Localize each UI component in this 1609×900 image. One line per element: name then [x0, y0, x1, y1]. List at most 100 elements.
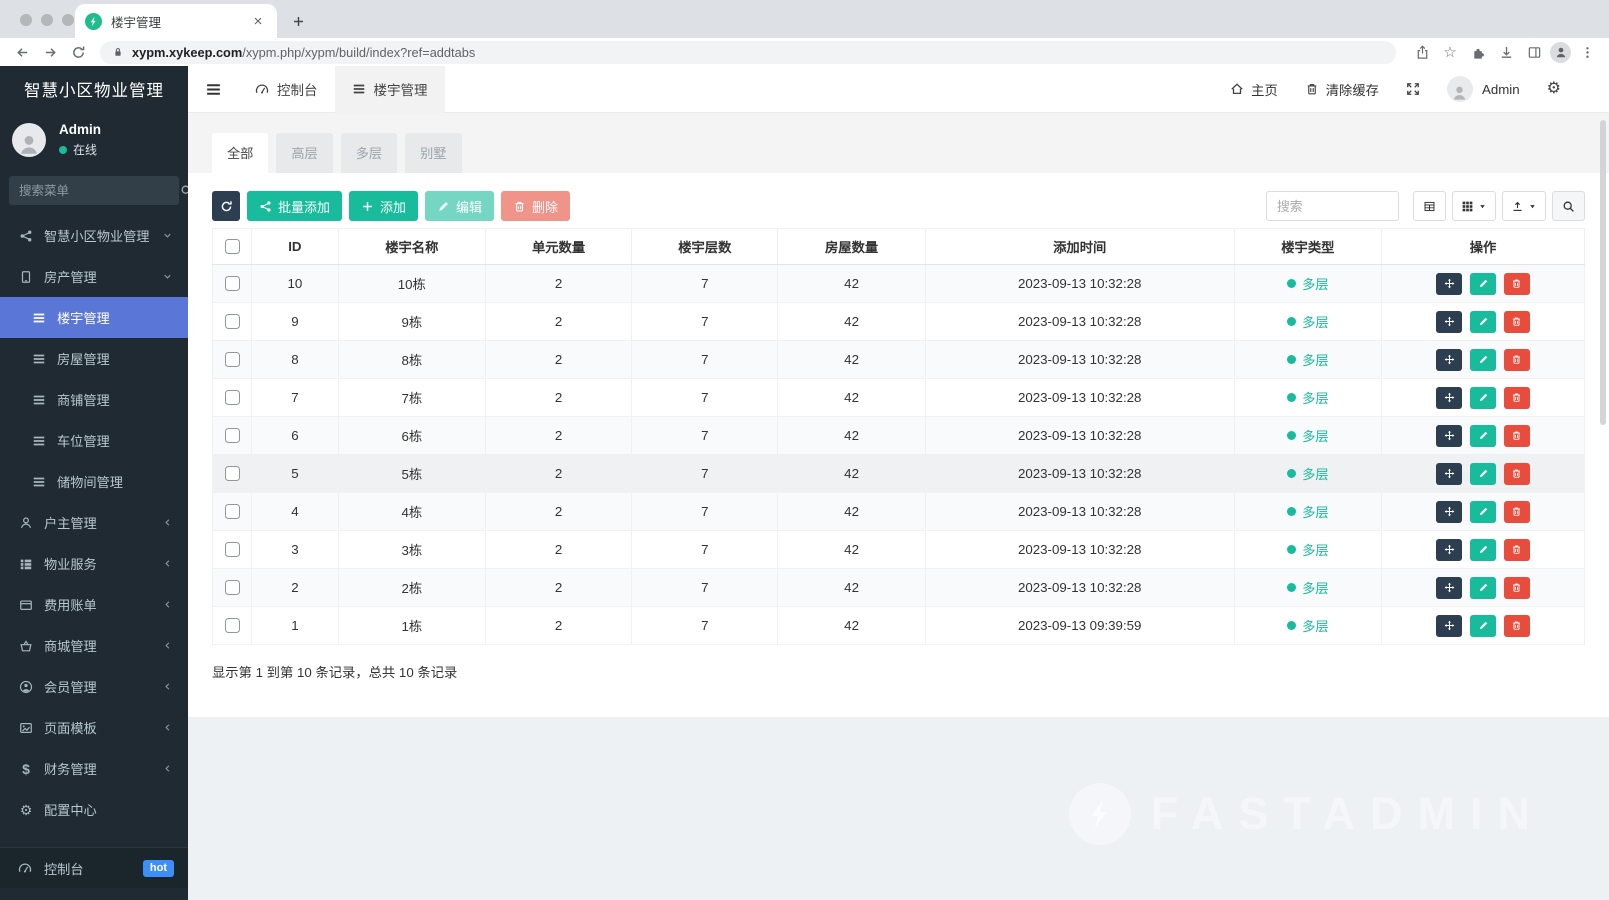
column-header[interactable]: 楼宇层数 [632, 229, 778, 265]
edit-row-button[interactable] [1470, 615, 1496, 637]
row-checkbox[interactable] [225, 542, 240, 557]
edit-row-button[interactable] [1470, 463, 1496, 485]
column-header[interactable]: 楼宇名称 [338, 229, 485, 265]
share-icon[interactable] [1410, 40, 1434, 64]
edit-button[interactable]: 编辑 [425, 191, 494, 221]
column-header[interactable]: 房屋数量 [778, 229, 925, 265]
window-zoom-button[interactable] [62, 14, 74, 26]
delete-row-button[interactable] [1504, 273, 1530, 295]
extensions-puzzle-icon[interactable] [1466, 40, 1490, 64]
tab-close-icon[interactable]: × [249, 12, 267, 30]
refresh-button[interactable] [212, 191, 240, 221]
fullscreen-button[interactable] [1406, 82, 1420, 96]
browser-tab[interactable]: 楼宇管理 × [75, 4, 277, 38]
filter-tab[interactable]: 高层 [276, 133, 332, 173]
table-row[interactable]: 5 5栋 2 7 42 2023-09-13 10:32:28 多层 [213, 455, 1585, 493]
side-panel-icon[interactable] [1522, 40, 1546, 64]
clear-cache-link[interactable]: 清除缓存 [1305, 80, 1379, 99]
window-close-button[interactable] [20, 14, 32, 26]
sidebar-item[interactable]: 页面模板 [0, 707, 188, 748]
sidebar-item[interactable]: 户主管理 [0, 502, 188, 543]
address-bar[interactable]: xypm.xykeep.com/xypm.php/xypm/build/inde… [100, 41, 1396, 64]
filter-tab[interactable]: 多层 [341, 133, 397, 173]
delete-row-button[interactable] [1504, 425, 1530, 447]
scrollbar-thumb[interactable] [1600, 120, 1606, 425]
sidebar-item[interactable]: ⚙ 配置中心 [0, 789, 188, 830]
delete-row-button[interactable] [1504, 349, 1530, 371]
sidebar-item[interactable]: 商城管理 [0, 625, 188, 666]
export-button[interactable] [1502, 191, 1546, 221]
edit-row-button[interactable] [1470, 387, 1496, 409]
move-row-button[interactable] [1436, 615, 1462, 637]
table-row[interactable]: 8 8栋 2 7 42 2023-09-13 10:32:28 多层 [213, 341, 1585, 379]
sidebar-item[interactable]: 物业服务 [0, 543, 188, 584]
row-checkbox[interactable] [225, 276, 240, 291]
forward-icon[interactable] [38, 40, 62, 64]
back-icon[interactable] [10, 40, 34, 64]
browser-menu-icon[interactable] [1575, 40, 1599, 64]
delete-row-button[interactable] [1504, 539, 1530, 561]
table-row[interactable]: 10 10栋 2 7 42 2023-09-13 10:32:28 多层 [213, 265, 1585, 303]
column-header[interactable]: ID [252, 229, 339, 265]
menu-search[interactable] [9, 176, 179, 205]
row-checkbox[interactable] [225, 352, 240, 367]
delete-row-button[interactable] [1504, 387, 1530, 409]
row-checkbox[interactable] [225, 390, 240, 405]
menu-search-input[interactable] [19, 184, 180, 198]
move-row-button[interactable] [1436, 425, 1462, 447]
select-all-header[interactable] [213, 229, 252, 265]
browser-profile-avatar[interactable] [1550, 42, 1571, 63]
sidebar-item[interactable]: 房产管理 [0, 256, 188, 297]
move-row-button[interactable] [1436, 577, 1462, 599]
edit-row-button[interactable] [1470, 349, 1496, 371]
row-checkbox[interactable] [225, 314, 240, 329]
edit-row-button[interactable] [1470, 273, 1496, 295]
edit-row-button[interactable] [1470, 539, 1496, 561]
sidebar-item[interactable]: 储物间管理 [0, 461, 188, 502]
user-menu[interactable]: Admin [1447, 76, 1520, 102]
move-row-button[interactable] [1436, 311, 1462, 333]
select-all-checkbox[interactable] [225, 239, 240, 254]
sidebar-item[interactable]: 房屋管理 [0, 338, 188, 379]
table-row[interactable]: 2 2栋 2 7 42 2023-09-13 10:32:28 多层 [213, 569, 1585, 607]
new-tab-button[interactable] [285, 8, 311, 34]
batch-add-button[interactable]: 批量添加 [247, 191, 342, 221]
row-checkbox[interactable] [225, 466, 240, 481]
table-row[interactable]: 9 9栋 2 7 42 2023-09-13 10:32:28 多层 [213, 303, 1585, 341]
column-header[interactable]: 单元数量 [485, 229, 631, 265]
table-search-input[interactable] [1266, 191, 1399, 221]
columns-button[interactable] [1452, 191, 1496, 221]
column-header[interactable]: 操作 [1382, 229, 1585, 265]
delete-row-button[interactable] [1504, 463, 1530, 485]
sidebar-item-console[interactable]: 控制台 hot [0, 847, 188, 888]
sidebar-item[interactable]: 商铺管理 [0, 379, 188, 420]
delete-row-button[interactable] [1504, 577, 1530, 599]
sidebar-item[interactable]: 车位管理 [0, 420, 188, 461]
toggle-view-button[interactable] [1413, 191, 1446, 221]
downloads-icon[interactable] [1494, 40, 1518, 64]
column-header[interactable]: 添加时间 [925, 229, 1234, 265]
navbar-tab[interactable]: 控制台 [238, 66, 335, 113]
edit-row-button[interactable] [1470, 577, 1496, 599]
sidebar-item[interactable]: 智慧小区物业管理 [0, 215, 188, 256]
bookmark-star-icon[interactable]: ☆ [1438, 40, 1462, 64]
row-checkbox[interactable] [225, 618, 240, 633]
navbar-tab[interactable]: 楼宇管理 [335, 66, 445, 113]
reload-icon[interactable] [66, 40, 90, 64]
column-header[interactable]: 楼宇类型 [1234, 229, 1381, 265]
move-row-button[interactable] [1436, 463, 1462, 485]
filter-tab[interactable]: 别墅 [405, 133, 461, 173]
home-link[interactable]: 主页 [1230, 80, 1278, 99]
advanced-search-button[interactable] [1552, 191, 1585, 221]
move-row-button[interactable] [1436, 387, 1462, 409]
table-row[interactable]: 6 6栋 2 7 42 2023-09-13 10:32:28 多层 [213, 417, 1585, 455]
delete-row-button[interactable] [1504, 615, 1530, 637]
table-row[interactable]: 7 7栋 2 7 42 2023-09-13 10:32:28 多层 [213, 379, 1585, 417]
settings-button[interactable]: ⚙ [1547, 81, 1561, 97]
row-checkbox[interactable] [225, 428, 240, 443]
delete-button[interactable]: 删除 [501, 191, 570, 221]
sidebar-item[interactable]: 楼宇管理 [0, 297, 188, 338]
move-row-button[interactable] [1436, 349, 1462, 371]
row-checkbox[interactable] [225, 504, 240, 519]
delete-row-button[interactable] [1504, 501, 1530, 523]
